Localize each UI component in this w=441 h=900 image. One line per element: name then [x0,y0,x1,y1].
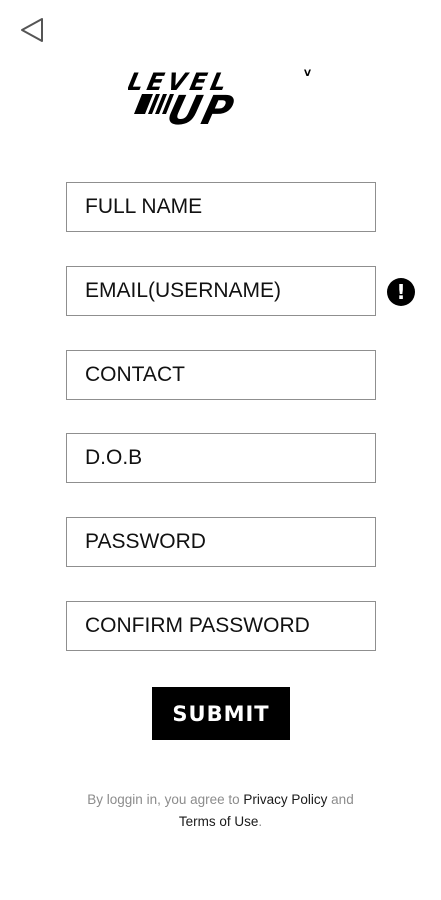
dob-input[interactable] [67,434,375,482]
confirm-password-field[interactable] [66,601,376,651]
full-name-field[interactable] [66,182,376,232]
email-input[interactable] [67,267,375,315]
full-name-input[interactable] [67,183,375,231]
logo-text-bottom: UP [163,87,241,128]
confirm-password-input[interactable] [67,602,375,650]
legal-prefix: By loggin in, you agree to [87,792,244,807]
back-triangle-icon [21,18,43,42]
submit-button[interactable]: SUBMIT [152,687,290,740]
contact-input[interactable] [67,351,375,399]
legal-middle: and [327,792,354,807]
password-field[interactable] [66,517,376,567]
logo-superscript: V [304,69,311,79]
legal-notice: By loggin in, you agree to Privacy Polic… [40,789,401,833]
contact-field[interactable] [66,350,376,400]
exclamation-icon[interactable]: ! [387,278,415,306]
legal-suffix: . [258,814,263,829]
email-field[interactable] [66,266,376,316]
signup-screen: LEVEL V UP ! SUBMIT By loggin in, you ag… [0,0,441,900]
privacy-policy-link[interactable]: Privacy Policy [243,792,327,807]
level-up-logo: LEVEL V UP [128,67,311,128]
terms-of-use-link[interactable]: Terms of Use [179,814,259,829]
back-button[interactable] [16,14,48,46]
dob-field[interactable] [66,433,376,483]
password-input[interactable] [67,518,375,566]
